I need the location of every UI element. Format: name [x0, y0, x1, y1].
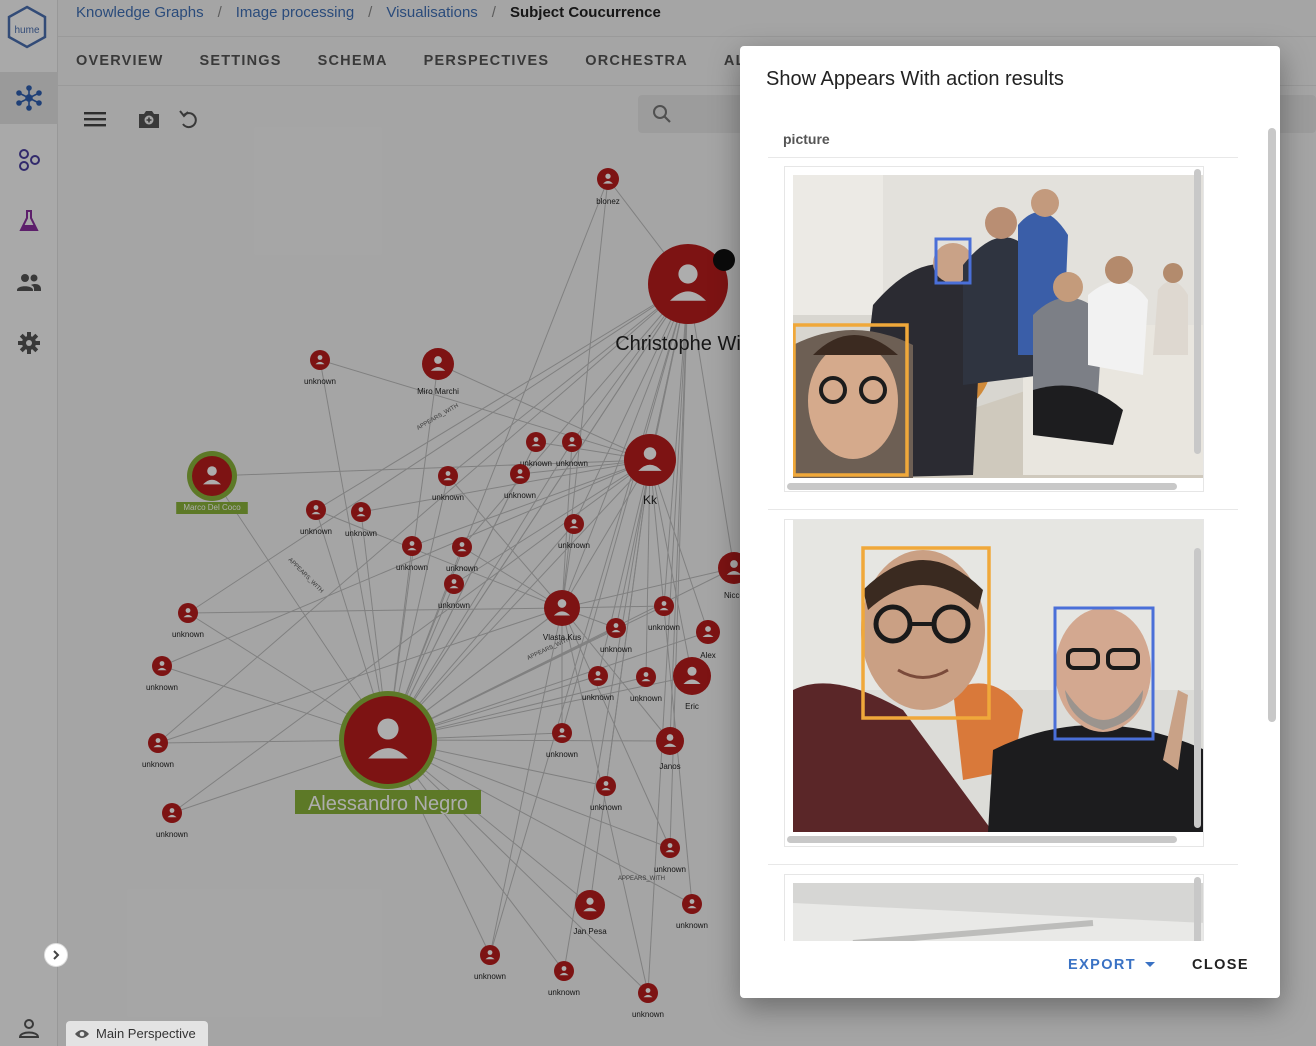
export-button[interactable]: EXPORT	[1068, 957, 1156, 973]
group-photo-image	[793, 175, 1203, 478]
eye-icon	[75, 1029, 89, 1038]
photo-vertical-scrollbar[interactable]	[1194, 548, 1201, 828]
column-header-picture: picture	[768, 126, 1238, 158]
photo-vertical-scrollbar[interactable]	[1194, 877, 1201, 941]
row-divider	[768, 864, 1238, 865]
photo-horizontal-scrollbar[interactable]	[787, 483, 1177, 490]
dialog-vertical-scrollbar[interactable]	[1268, 128, 1276, 722]
main-perspective-chip[interactable]: Main Perspective	[66, 1021, 208, 1046]
caret-down-icon	[1145, 962, 1156, 967]
action-results-dialog: Show Appears With action results picture	[740, 46, 1280, 998]
result-row-picture-2[interactable]	[784, 519, 1204, 847]
dialog-title: Show Appears With action results	[766, 68, 1064, 90]
photo-vertical-scrollbar[interactable]	[1194, 169, 1201, 454]
room-photo-image	[793, 883, 1203, 941]
results-table[interactable]: picture	[768, 126, 1238, 941]
perspective-label: Main Perspective	[96, 1026, 196, 1041]
chevron-right-icon	[53, 950, 60, 960]
dialog-actions: EXPORT CLOSE	[740, 941, 1280, 998]
row-divider	[768, 509, 1238, 510]
export-label: EXPORT	[1068, 957, 1137, 973]
selfie-photo-image	[793, 520, 1203, 832]
expand-rail-button[interactable]	[44, 943, 68, 967]
result-row-picture-1[interactable]	[784, 166, 1204, 492]
photo-horizontal-scrollbar[interactable]	[787, 836, 1177, 843]
close-button[interactable]: CLOSE	[1192, 957, 1249, 973]
result-row-picture-3[interactable]	[784, 874, 1204, 941]
